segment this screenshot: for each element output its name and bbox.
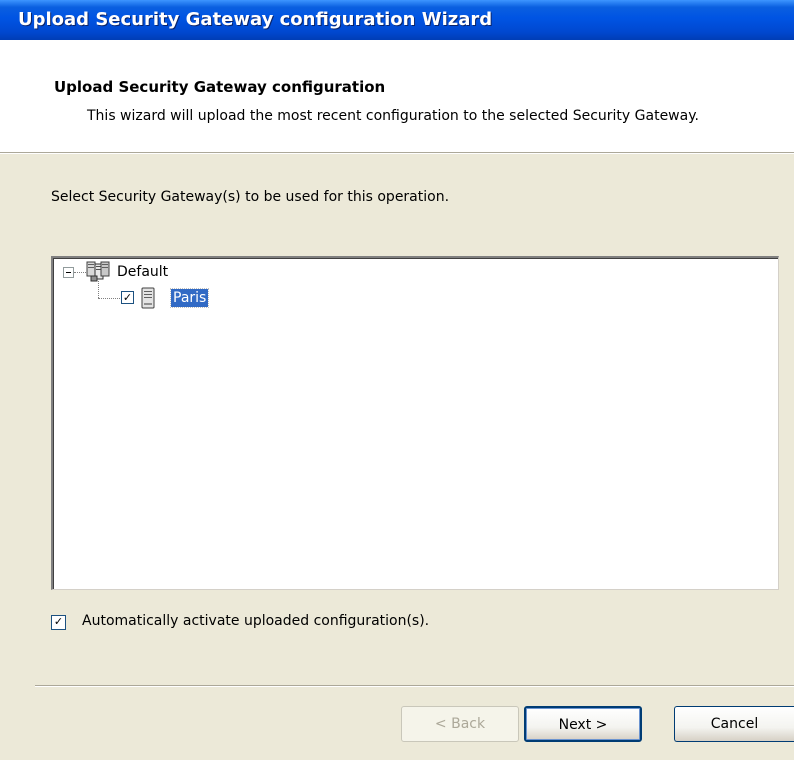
- header-divider: [0, 153, 794, 154]
- collapse-icon[interactable]: [63, 267, 74, 278]
- footer-divider: [35, 685, 794, 687]
- cancel-button[interactable]: Cancel: [674, 706, 794, 742]
- wizard-header: Upload Security Gateway configuration Th…: [0, 40, 794, 153]
- back-button[interactable]: < Back: [401, 706, 519, 742]
- window-title: Upload Security Gateway configuration Wi…: [18, 9, 493, 30]
- paris-checkbox[interactable]: ✓: [121, 291, 134, 304]
- tree-connector: [98, 281, 99, 298]
- server-group-icon: [86, 261, 110, 282]
- header-title: Upload Security Gateway configuration: [54, 78, 386, 96]
- header-subtitle: This wizard will upload the most recent …: [87, 108, 699, 124]
- selection-prompt: Select Security Gateway(s) to be used fo…: [51, 189, 450, 205]
- tree-connector: [98, 298, 122, 299]
- auto-activate-checkbox[interactable]: ✓: [51, 615, 66, 630]
- next-button[interactable]: Next >: [524, 706, 642, 742]
- auto-activate-label[interactable]: Automatically activate uploaded configur…: [82, 613, 429, 629]
- tree-node-paris[interactable]: Paris: [169, 288, 210, 308]
- tree-node-default[interactable]: Default: [117, 263, 168, 281]
- window-title-bar[interactable]: Upload Security Gateway configuration Wi…: [0, 0, 794, 40]
- server-icon: [141, 287, 155, 309]
- gateway-tree[interactable]: Default ✓ Paris: [51, 256, 779, 590]
